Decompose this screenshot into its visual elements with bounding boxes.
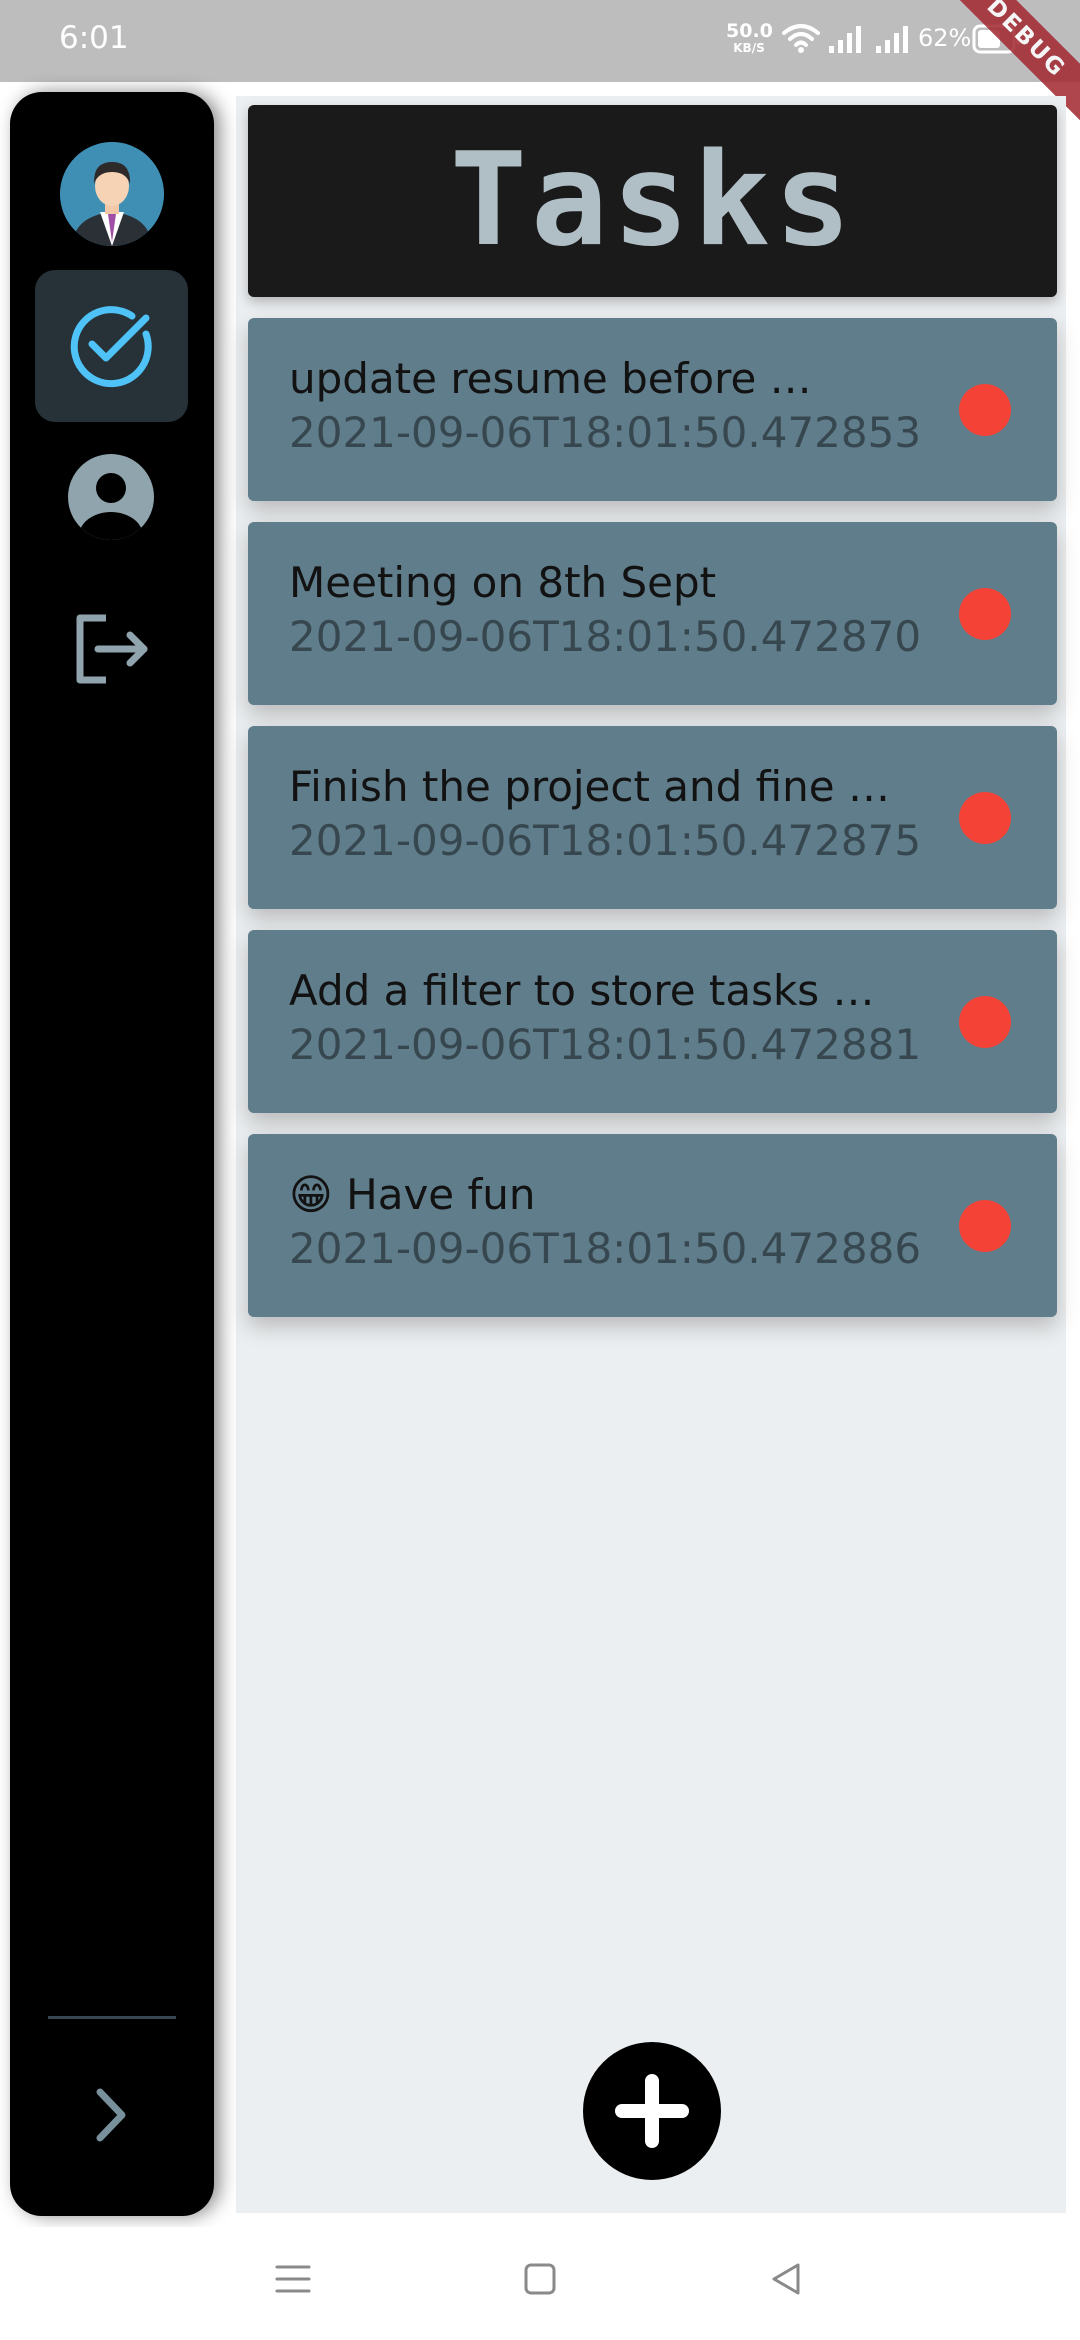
check-circle-icon [70, 306, 152, 388]
avatar[interactable] [60, 142, 164, 246]
task-status-dot[interactable] [959, 588, 1011, 640]
back-icon[interactable] [766, 2259, 806, 2303]
sidebar-expand-button[interactable] [82, 2080, 142, 2150]
task-date: 2021-09-06T18:01:50.472886 [289, 1224, 922, 1273]
add-task-button[interactable] [583, 2042, 721, 2180]
logout-icon [76, 614, 148, 684]
chevron-right-icon [96, 2088, 126, 2142]
task-date: 2021-09-06T18:01:50.472870 [289, 612, 922, 661]
task-title: 😁 Have fun [289, 1170, 536, 1219]
status-time: 6:01 [59, 20, 129, 56]
wifi-icon [782, 22, 820, 58]
page-header: Tasks [248, 105, 1057, 297]
task-status-dot[interactable] [959, 996, 1011, 1048]
task-card[interactable]: Finish the project and fine … 2021-09-06… [248, 726, 1057, 909]
signal-icon [828, 24, 864, 58]
sidebar-item-tasks[interactable] [35, 270, 188, 422]
menu-icon[interactable] [273, 2259, 313, 2303]
task-status-dot[interactable] [959, 1200, 1011, 1252]
account-circle-icon [68, 454, 154, 540]
status-bar: 6:01 50.0 KB/S 62% DEBUG [0, 0, 1080, 137]
home-icon[interactable] [520, 2259, 560, 2303]
sidebar-item-logout[interactable] [35, 574, 188, 726]
user-avatar-icon [60, 142, 164, 246]
page-title: Tasks [449, 126, 856, 275]
task-status-dot[interactable] [959, 792, 1011, 844]
battery-percent: 62% [918, 24, 972, 52]
add-icon [615, 2074, 689, 2148]
signal-icon [875, 24, 911, 58]
task-card[interactable]: update resume before … 2021-09-06T18:01:… [248, 318, 1057, 501]
sidebar [10, 92, 214, 2216]
sidebar-divider [48, 2016, 176, 2019]
task-title: Add a filter to store tasks an… [289, 966, 899, 1015]
task-title: Finish the project and fine … [289, 762, 890, 811]
task-date: 2021-09-06T18:01:50.472881 [289, 1020, 922, 1069]
task-date: 2021-09-06T18:01:50.472853 [289, 408, 922, 457]
task-card[interactable]: Meeting on 8th Sept 2021-09-06T18:01:50.… [248, 522, 1057, 705]
sidebar-item-profile[interactable] [35, 422, 188, 574]
network-speed-unit: KB/S [733, 41, 765, 55]
task-status-dot[interactable] [959, 384, 1011, 436]
system-navigation-bar [0, 2227, 1080, 2340]
task-title: Meeting on 8th Sept [289, 558, 717, 607]
network-speed-value: 50.0 [726, 20, 773, 42]
task-date: 2021-09-06T18:01:50.472875 [289, 816, 922, 865]
task-title: update resume before … [289, 354, 812, 403]
task-card[interactable]: Add a filter to store tasks an… 2021-09-… [248, 930, 1057, 1113]
task-card[interactable]: 😁 Have fun 2021-09-06T18:01:50.472886 [248, 1134, 1057, 1317]
network-speed: 50.0 KB/S [726, 20, 773, 55]
